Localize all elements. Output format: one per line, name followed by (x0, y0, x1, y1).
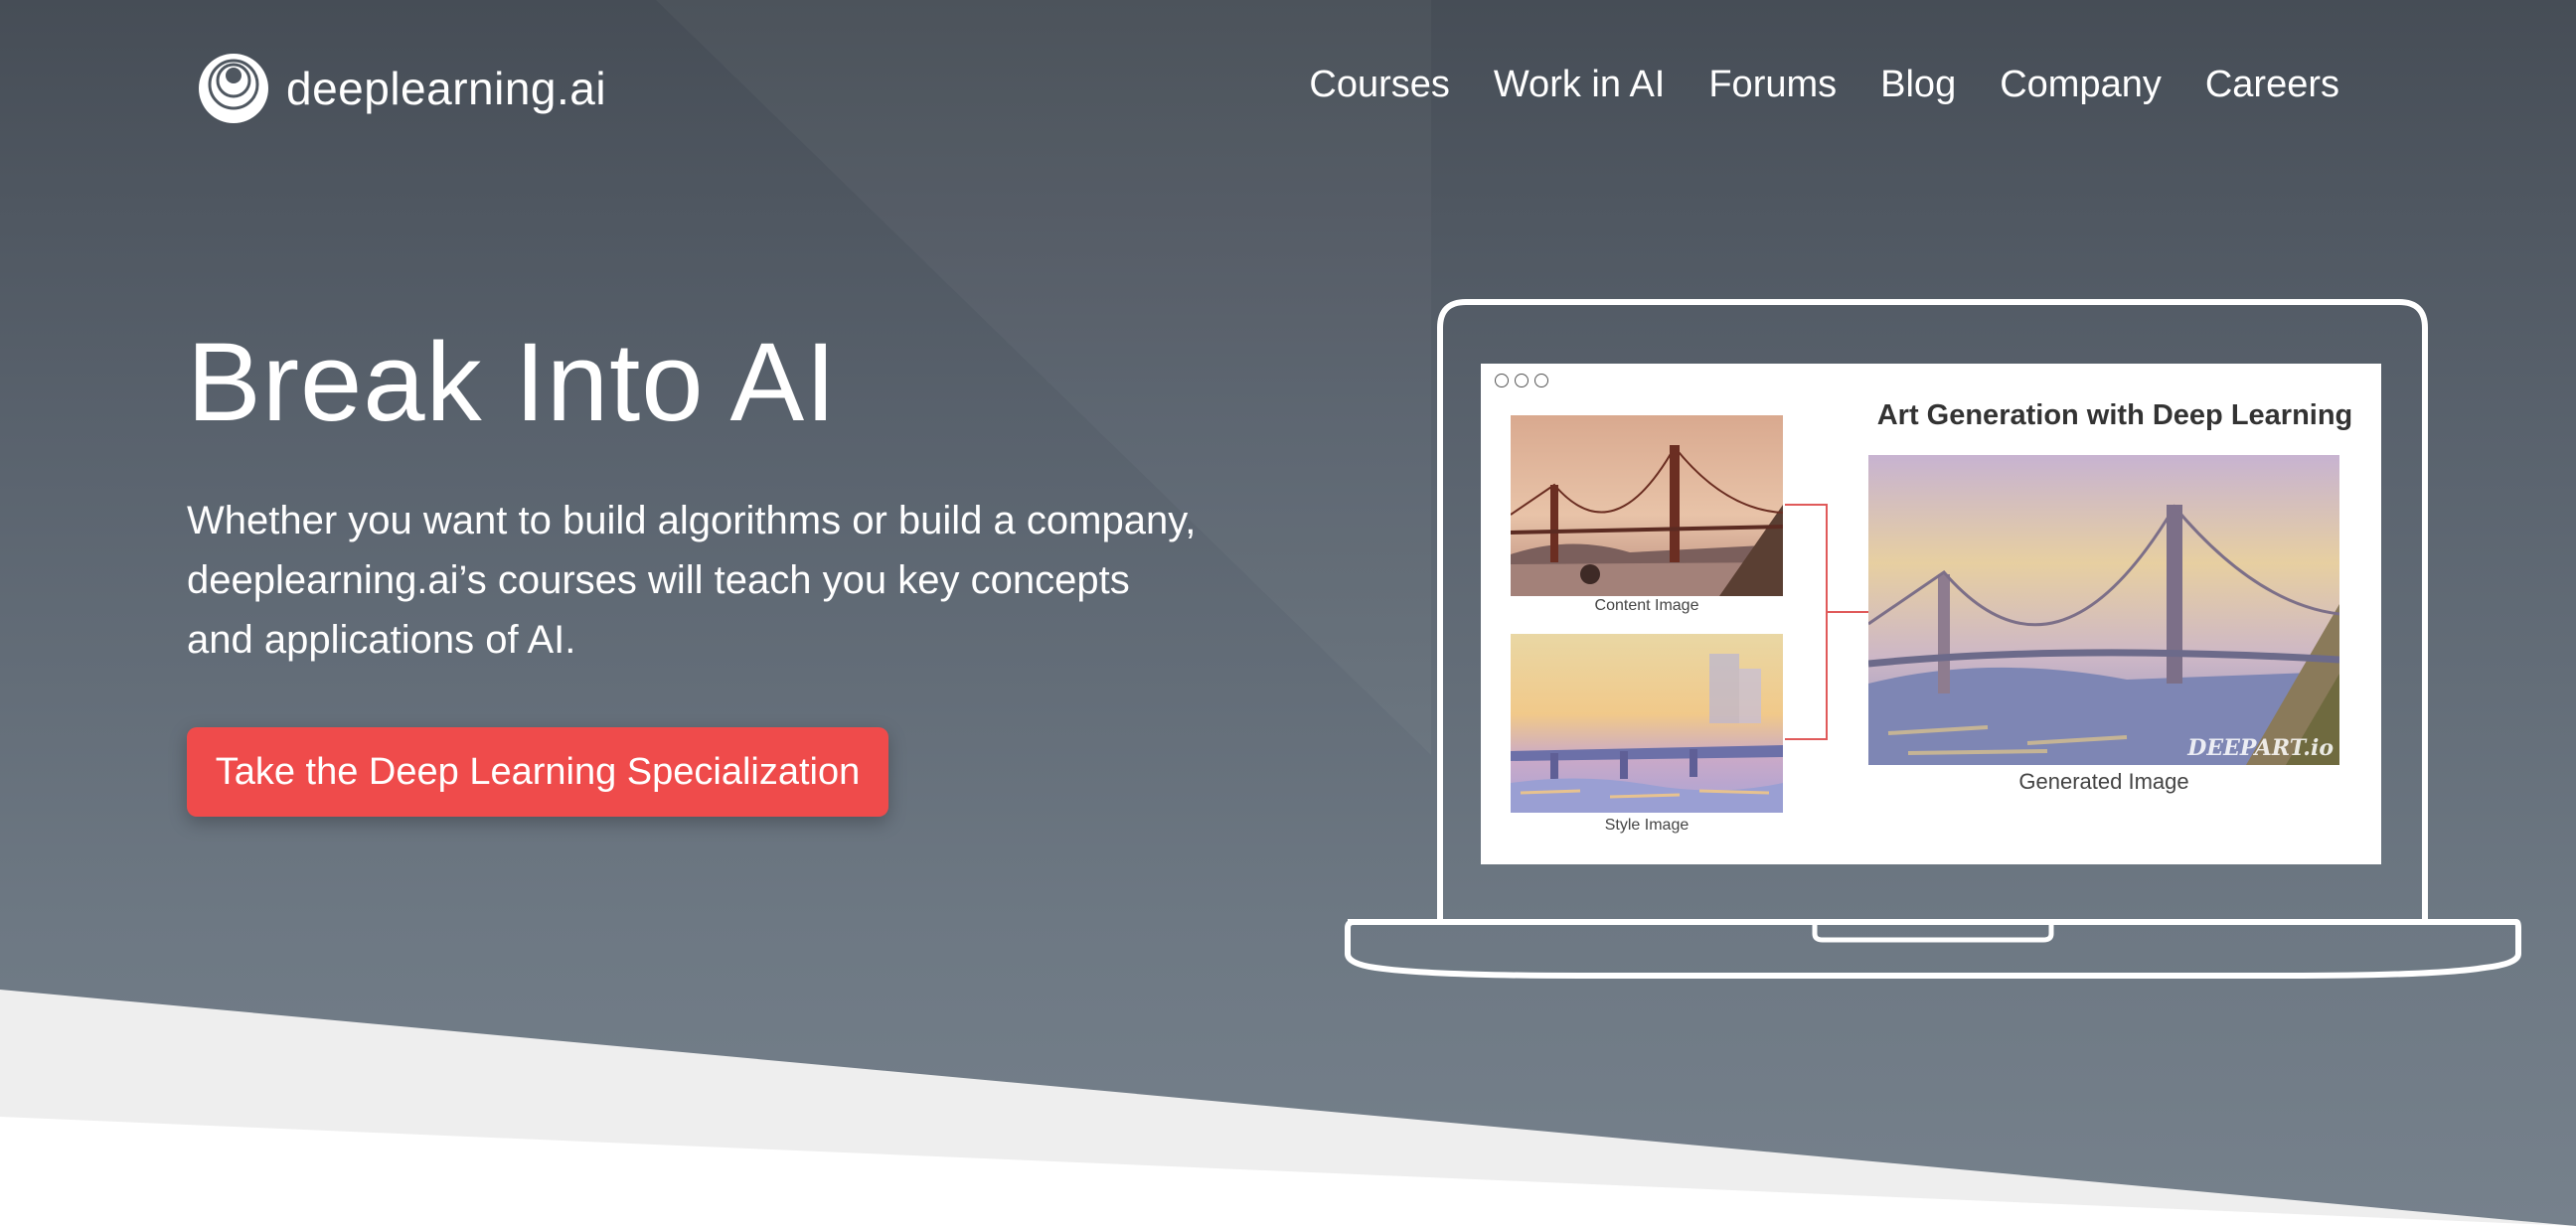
content-image (1511, 415, 1783, 596)
nav-courses[interactable]: Courses (1309, 64, 1450, 106)
window-controls (1495, 374, 1548, 387)
nav-careers[interactable]: Careers (2205, 64, 2339, 106)
hero-subtitle: Whether you want to build algorithms or … (187, 499, 1197, 662)
hero-title: Break Into AI (187, 320, 838, 444)
style-image (1511, 634, 1783, 813)
brand-name: deeplearning.ai (286, 63, 607, 114)
generated-image-caption: Generated Image (2018, 769, 2189, 794)
window-dot-icon (1534, 374, 1548, 387)
deepart-watermark: DEEPART.io (2187, 735, 2334, 761)
content-image-caption: Content Image (1594, 597, 1699, 614)
brand-logo-icon (199, 54, 268, 123)
brand-logo[interactable]: deeplearning.ai (199, 54, 606, 123)
main-nav: Courses Work in AI Forums Blog Company C… (1309, 64, 2339, 106)
nav-blog[interactable]: Blog (1880, 64, 1956, 106)
generated-image: DEEPART.io (1868, 455, 2339, 765)
illustration-title: Art Generation with Deep Learning (1876, 399, 2353, 431)
window-dot-icon (1515, 374, 1529, 387)
window-dot-icon (1495, 374, 1509, 387)
style-image-caption: Style Image (1604, 817, 1690, 834)
cta-deep-learning-specialization-button[interactable]: Take the Deep Learning Specialization (187, 727, 888, 817)
nav-work-in-ai[interactable]: Work in AI (1494, 64, 1665, 106)
laptop-screen: Art Generation with Deep Learning Conten… (1481, 364, 2381, 864)
nav-forums[interactable]: Forums (1708, 64, 1837, 106)
nav-company[interactable]: Company (2000, 64, 2162, 106)
